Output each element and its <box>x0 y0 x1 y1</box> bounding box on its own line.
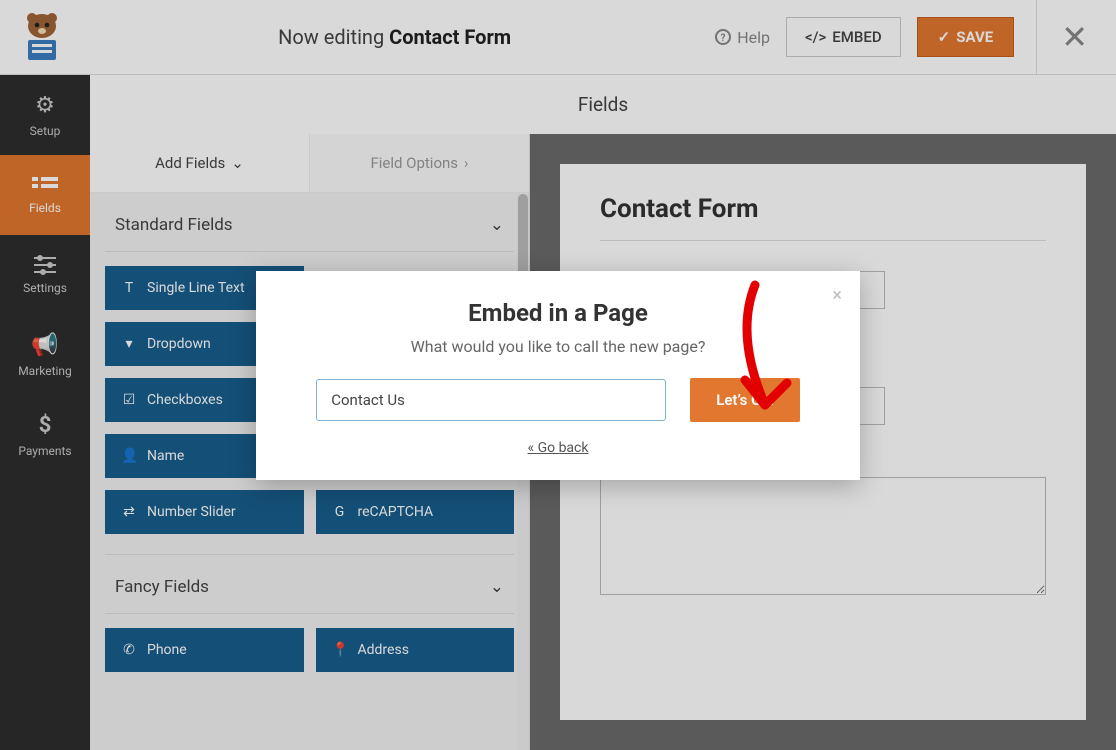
lets-go-button[interactable]: Let’s Go! <box>690 378 800 422</box>
modal-title: Embed in a Page <box>292 299 824 327</box>
go-back-link[interactable]: « Go back <box>292 440 824 456</box>
page-name-input[interactable] <box>316 379 666 421</box>
modal-close-button[interactable]: × <box>832 285 842 306</box>
modal-form-row: Let’s Go! <box>292 378 824 422</box>
modal-subtitle: What would you like to call the new page… <box>292 337 824 356</box>
embed-modal: × Embed in a Page What would you like to… <box>256 271 860 480</box>
